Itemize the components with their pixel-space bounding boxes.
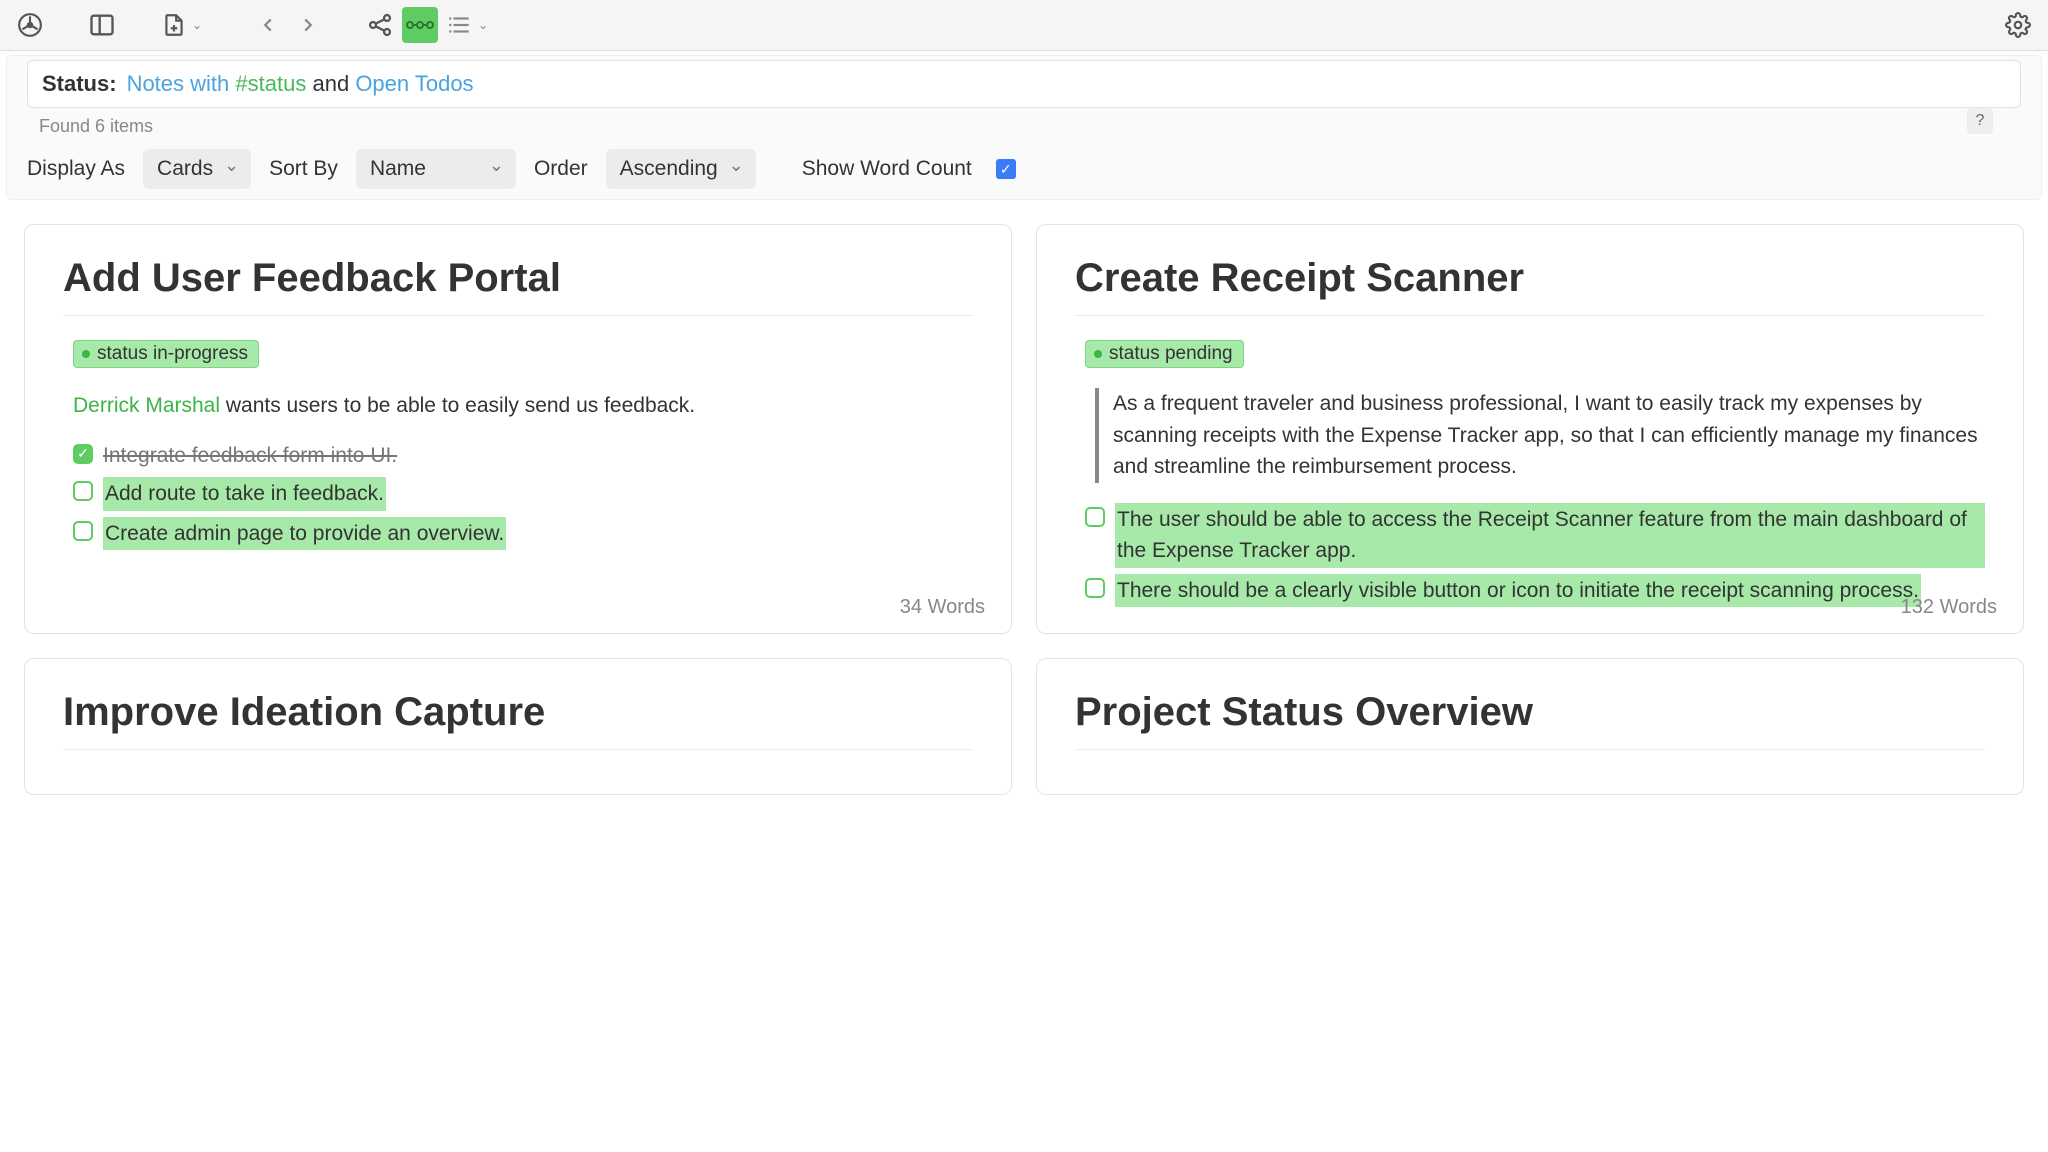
list-density-icon[interactable] (442, 7, 478, 43)
note-card[interactable]: Project Status Overview (1036, 658, 2024, 795)
results-count: Found 6 items (39, 116, 2021, 137)
desc-tail: wants users to be able to easily send us… (220, 394, 695, 417)
todo-text: Create admin page to provide an overview… (103, 517, 506, 551)
todo-text: The user should be able to access the Re… (1115, 503, 1985, 568)
sort-by-select[interactable]: Name (356, 149, 516, 189)
checkbox-icon[interactable] (73, 481, 93, 501)
display-as-label: Display As (27, 157, 125, 181)
query-and: and (312, 71, 349, 96)
cards-grid: Add User Feedback Portal status in-progr… (0, 200, 2048, 819)
checkbox-icon[interactable] (1085, 507, 1105, 527)
order-label: Order (534, 157, 588, 181)
divider (1075, 749, 1985, 750)
query-open-todos-link[interactable]: Open Todos (355, 71, 473, 96)
note-card[interactable]: Add User Feedback Portal status in-progr… (24, 224, 1012, 634)
todo-list: The user should be able to access the Re… (1085, 503, 1985, 608)
query-panel: Status: Notes with #status and Open Todo… (6, 55, 2042, 200)
query-help-button[interactable]: ? (1967, 108, 1993, 134)
word-count: 34 Words (900, 596, 985, 619)
status-dot-icon (82, 350, 90, 358)
view-controls: Display As Cards Sort By Name Order Asce… (27, 149, 2021, 189)
todo-text: Integrate feedback form into UI. (103, 440, 397, 472)
status-text: status in-progress (97, 343, 248, 365)
link-mode-icon[interactable] (402, 7, 438, 43)
nav-back-icon[interactable] (250, 7, 286, 43)
checkbox-icon[interactable]: ✓ (73, 444, 93, 464)
card-description: Derrick Marshal wants users to be able t… (73, 390, 973, 422)
share-icon[interactable] (362, 7, 398, 43)
status-badge[interactable]: status in-progress (73, 340, 259, 368)
query-tag[interactable]: #status (235, 71, 306, 96)
order-select[interactable]: Ascending (606, 149, 756, 189)
divider (1075, 315, 1985, 316)
query-box[interactable]: Status: Notes with #status and Open Todo… (27, 60, 2021, 108)
word-count-checkbox[interactable]: ✓ (996, 159, 1016, 179)
chevron-down-icon-2[interactable]: ⌄ (478, 18, 488, 32)
settings-icon[interactable] (2000, 7, 2036, 43)
todo-text: Add route to take in feedback. (103, 477, 386, 511)
card-title: Add User Feedback Portal (63, 255, 973, 301)
todo-item[interactable]: There should be a clearly visible button… (1085, 574, 1985, 608)
status-dot-icon (1094, 350, 1102, 358)
status-text: status pending (1109, 343, 1233, 365)
todo-item[interactable]: Create admin page to provide an overview… (73, 517, 973, 551)
new-note-icon[interactable] (156, 7, 192, 43)
todo-text: There should be a clearly visible button… (1115, 574, 1921, 608)
todo-list: ✓ Integrate feedback form into UI. Add r… (73, 440, 973, 551)
nav-forward-icon[interactable] (290, 7, 326, 43)
note-card[interactable]: Improve Ideation Capture (24, 658, 1012, 795)
divider (63, 749, 973, 750)
status-badge[interactable]: status pending (1085, 340, 1244, 368)
divider (63, 315, 973, 316)
word-count: 132 Words (1901, 596, 1997, 619)
card-title: Create Receipt Scanner (1075, 255, 1985, 301)
person-link[interactable]: Derrick Marshal (73, 394, 220, 417)
graph-icon[interactable] (12, 7, 48, 43)
todo-item[interactable]: The user should be able to access the Re… (1085, 503, 1985, 568)
card-title: Improve Ideation Capture (63, 689, 973, 735)
top-toolbar: ⌄ ⌄ (0, 0, 2048, 51)
chevron-down-icon[interactable]: ⌄ (192, 18, 202, 32)
sidebar-toggle-icon[interactable] (84, 7, 120, 43)
checkbox-icon[interactable] (73, 521, 93, 541)
todo-item[interactable]: ✓ Integrate feedback form into UI. (73, 440, 973, 472)
query-label: Status: (42, 71, 117, 97)
checkbox-icon[interactable] (1085, 578, 1105, 598)
note-card[interactable]: Create Receipt Scanner status pending As… (1036, 224, 2024, 634)
display-as-select[interactable]: Cards (143, 149, 251, 189)
word-count-label: Show Word Count (802, 157, 972, 181)
quote-block: As a frequent traveler and business prof… (1095, 388, 1985, 483)
sort-by-label: Sort By (269, 157, 338, 181)
todo-item[interactable]: Add route to take in feedback. (73, 477, 973, 511)
query-notes-link[interactable]: Notes with (127, 71, 230, 96)
card-title: Project Status Overview (1075, 689, 1985, 735)
